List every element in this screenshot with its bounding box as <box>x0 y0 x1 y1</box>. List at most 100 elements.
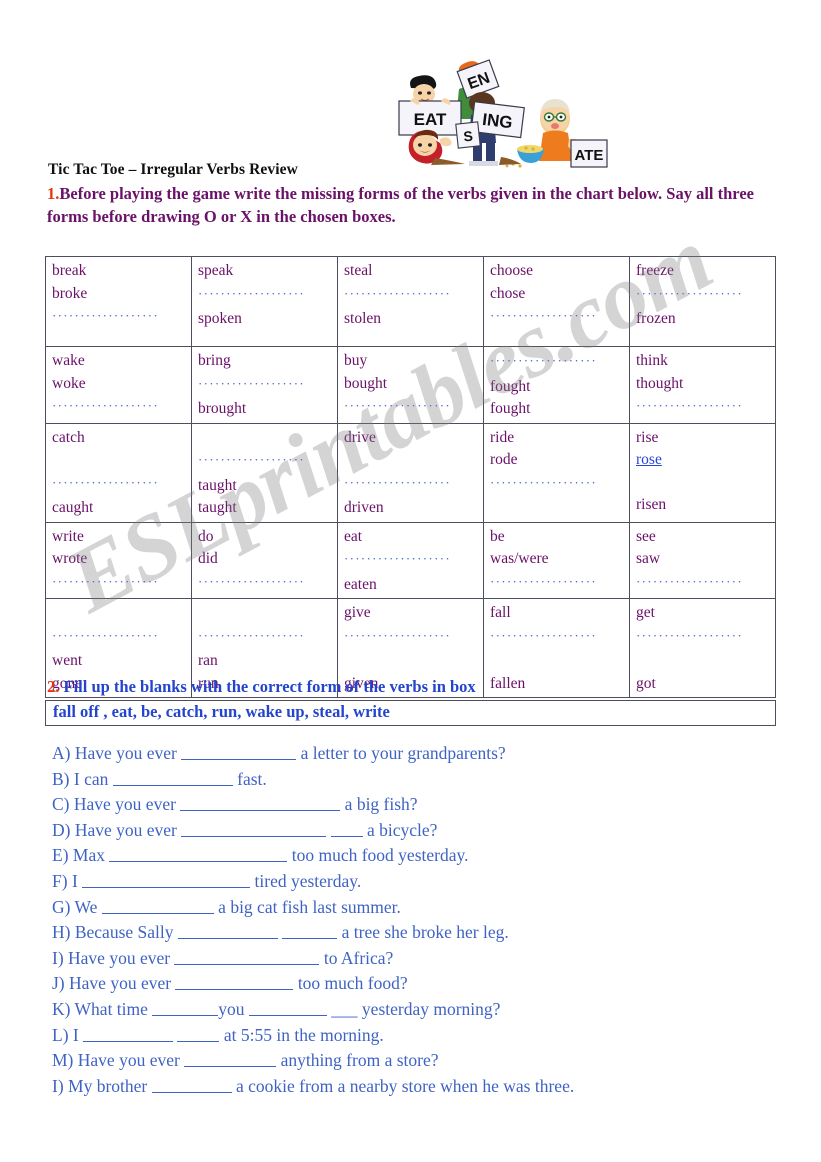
dots: ··················· <box>636 398 743 413</box>
question-text-after: a cookie from a nearby store when he was… <box>231 1075 575 1096</box>
verb-form: speak <box>198 262 234 279</box>
answer-blank[interactable] <box>101 898 214 914</box>
question-text-after: to Africa? <box>319 947 394 968</box>
question-line: L) I at 5:55 in the morning. <box>52 1023 792 1049</box>
answer-blank[interactable] <box>112 770 233 786</box>
dots: ··················· <box>198 285 305 301</box>
question-text-after: a big cat fish last summer. <box>213 896 401 917</box>
question-line: A) Have you ever a letter to your grandp… <box>52 741 792 767</box>
dots: ··················· <box>490 573 597 589</box>
verb-cell: speak ··················· spoken <box>191 256 338 347</box>
answer-blank[interactable] <box>177 923 278 940</box>
verb-form: driven <box>344 499 384 516</box>
page-title: Tic Tac Toe – Irregular Verbs Review <box>48 161 298 178</box>
verb-form: wake <box>52 352 85 369</box>
dots: ··················· <box>198 452 305 467</box>
dots: ··················· <box>490 627 597 643</box>
verb-form: rode <box>490 451 518 468</box>
blank-dotted-line: ··················· <box>490 571 629 597</box>
dots: ··················· <box>344 551 451 566</box>
dots: ··················· <box>52 474 159 490</box>
verb-form: give <box>344 604 371 621</box>
answer-blank[interactable] <box>175 974 294 991</box>
answer-blank[interactable] <box>180 795 341 812</box>
verb-cell: drive ··················· driven <box>337 422 484 523</box>
answer-blank[interactable] <box>152 1000 219 1016</box>
answer-blank[interactable] <box>181 744 297 760</box>
verb-cell: get ··················· got <box>629 598 776 698</box>
question-label: M) <box>52 1050 78 1071</box>
verb-form: drive <box>344 428 376 446</box>
question-text-after: a tree she broke her leg. <box>337 922 509 943</box>
verb-cell: be was/were ··················· <box>483 521 630 599</box>
question-text-before: We <box>74 896 102 917</box>
verb-form: eat <box>344 527 363 545</box>
answer-blank[interactable] <box>82 872 251 888</box>
question-text-before: I <box>72 1024 84 1045</box>
answer-blank[interactable] <box>83 1026 174 1042</box>
verb-cell: ··················· fought fought <box>483 346 630 424</box>
answer-blank[interactable] <box>184 1051 277 1068</box>
blank-dotted-line: ··················· <box>52 472 191 498</box>
answer-blank[interactable] <box>177 1026 220 1042</box>
question-text-after: a bicycle? <box>362 819 438 840</box>
question-line: I) My brother a cookie from a nearby sto… <box>52 1074 792 1100</box>
verb-cell: bring ··················· brought <box>191 346 338 424</box>
empty-line <box>52 602 191 625</box>
answer-blank[interactable] <box>282 923 338 940</box>
question-text-after: too much food yesterday. <box>287 845 469 866</box>
answer-blank[interactable] <box>248 1000 327 1016</box>
blank-dotted-line: ··················· <box>490 305 629 331</box>
verb-form: saw <box>636 550 661 567</box>
question-text-after: tired yesterday. <box>250 870 362 891</box>
question-text-after: too much food? <box>293 973 408 994</box>
question-label: I) <box>52 947 69 968</box>
question-label: L) <box>52 1024 73 1045</box>
verb-cell: do did ··················· <box>191 521 338 599</box>
verb-form: see <box>636 527 656 545</box>
empty-line <box>52 449 191 472</box>
dots: ··················· <box>344 398 451 413</box>
verb-cell: wake woke ··················· <box>45 346 192 424</box>
section-2-number: 2. <box>47 677 60 696</box>
verb-cell: write wrote ··················· <box>45 521 192 599</box>
dots: ··················· <box>52 308 159 323</box>
verb-form: be <box>490 527 505 545</box>
blank-dotted-line: ··················· <box>636 395 775 421</box>
question-text-before: Because Sally <box>74 922 178 943</box>
dots: ··················· <box>52 627 159 643</box>
verb-cell: steal ··················· stolen <box>337 256 484 347</box>
dots: ··················· <box>198 573 305 589</box>
question-text-before: Have you ever <box>68 947 175 968</box>
answer-blank[interactable] <box>330 821 363 837</box>
verb-form: choose <box>490 262 534 279</box>
verb-form: taught <box>198 499 237 516</box>
question-text-before: Have you ever <box>77 1050 185 1071</box>
empty-line <box>344 650 483 673</box>
question-text-after: at 5:55 in the morning. <box>219 1024 384 1045</box>
verb-cell: eat ··················· eaten <box>337 521 484 599</box>
blank-dotted-line: ··················· <box>52 395 191 421</box>
blank-dotted-line: ··················· <box>198 373 337 399</box>
answer-blank[interactable] <box>181 821 327 837</box>
question-text-before: Max <box>72 845 110 866</box>
svg-text:EAT: EAT <box>414 110 447 129</box>
blank-dotted-line: ··················· <box>198 283 337 309</box>
blank-dotted-line: ··················· <box>490 625 629 651</box>
verb-table-row: write wrote ··················· do did ······… <box>45 521 776 599</box>
answer-blank[interactable] <box>151 1077 232 1093</box>
question-label: H) <box>52 922 75 943</box>
question-line: M) Have you ever anything from a store? <box>52 1048 792 1074</box>
answer-blank[interactable] <box>174 949 320 965</box>
empty-line <box>344 449 483 472</box>
verb-form: do <box>198 527 214 545</box>
empty-line <box>636 472 775 495</box>
verb-form: fallen <box>490 674 526 692</box>
blank-dotted-line: ··················· <box>344 283 483 309</box>
hyperlink-rose[interactable]: rose <box>636 451 662 468</box>
dots: ··················· <box>636 627 743 643</box>
verb-form: ride <box>490 428 515 446</box>
answer-blank[interactable] <box>109 846 288 863</box>
verb-form: bring <box>198 352 231 369</box>
question-text-before: Have you ever <box>69 973 176 994</box>
